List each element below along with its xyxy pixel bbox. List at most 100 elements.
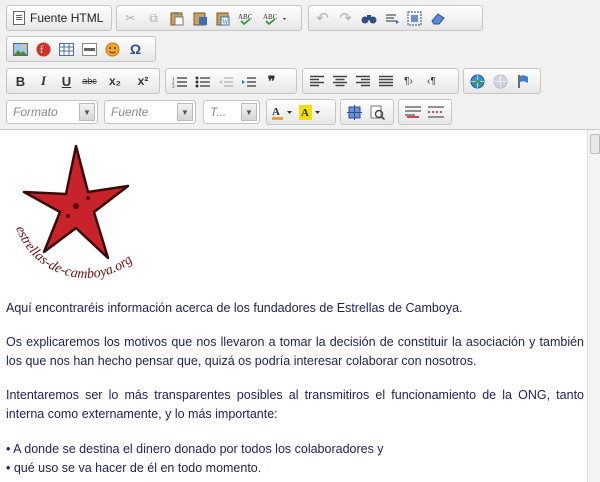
- align-center-button[interactable]: [328, 70, 351, 92]
- align-left-button[interactable]: [305, 70, 328, 92]
- flash-button[interactable]: f: [32, 38, 55, 60]
- source-group: Fuente HTML: [6, 5, 112, 31]
- link-group: [463, 68, 541, 94]
- bold-button[interactable]: B: [9, 70, 32, 92]
- show-blocks-button[interactable]: [401, 101, 424, 123]
- bullet-item-usage: • qué uso se va hacer de él en todo mome…: [6, 461, 262, 475]
- unlink-button[interactable]: [489, 70, 512, 92]
- page-break-icon: [427, 106, 444, 118]
- subscript-icon: x₂: [108, 74, 121, 88]
- basic-style-group: B I U abc x₂ x²: [6, 68, 160, 94]
- paste-word-button[interactable]: W: [211, 7, 234, 29]
- globe-link-icon: [470, 74, 484, 88]
- align-right-button[interactable]: [351, 70, 374, 92]
- svg-text:3: 3: [172, 85, 175, 88]
- superscript-icon: x²: [137, 74, 149, 88]
- align-group: ¶› ‹¶: [302, 68, 459, 94]
- undo-icon: ↶: [316, 10, 329, 27]
- clipboard-icon: [170, 11, 183, 25]
- italic-button[interactable]: I: [32, 70, 55, 92]
- special-char-button[interactable]: Ω: [124, 38, 147, 60]
- smiley-button[interactable]: [101, 38, 124, 60]
- font-combo[interactable]: Fuente ▼: [104, 100, 196, 124]
- background-color-button[interactable]: A: [297, 101, 325, 123]
- bulleted-list-button[interactable]: [191, 70, 214, 92]
- indent-icon: [242, 76, 256, 87]
- svg-text:W: W: [222, 18, 229, 26]
- scissors-icon: ✂: [125, 11, 136, 25]
- editor-toolbar: Fuente HTML ✂ ⧉ W ABC ABC ↶ ↷ f Ω B I U …: [0, 0, 600, 130]
- text-color-button[interactable]: A: [269, 101, 297, 123]
- underline-button[interactable]: U: [55, 70, 78, 92]
- omega-icon: Ω: [129, 41, 142, 57]
- page-break-button[interactable]: [424, 101, 447, 123]
- numbered-list-button[interactable]: 123: [168, 70, 191, 92]
- svg-text:A: A: [272, 106, 280, 118]
- indent-button[interactable]: [237, 70, 260, 92]
- eraser-icon: [430, 13, 445, 25]
- subscript-button[interactable]: x₂: [101, 70, 129, 92]
- ltr-icon: ¶›: [404, 75, 413, 87]
- edit-group: ↶ ↷: [308, 5, 483, 31]
- remove-format-button[interactable]: [426, 7, 449, 29]
- document-icon: [13, 11, 25, 25]
- clipboard-group: ✂ ⧉ W ABC ABC: [116, 5, 302, 31]
- size-combo[interactable]: T... ▼: [203, 100, 260, 124]
- logo-lettering: estrellas-de-camboya.org: [12, 224, 135, 282]
- scrollbar-thumb[interactable]: [590, 134, 600, 154]
- insert-group: f Ω: [6, 36, 156, 62]
- select-all-button[interactable]: [403, 7, 426, 29]
- binoculars-icon: [361, 15, 376, 24]
- vertical-scrollbar[interactable]: [587, 130, 600, 482]
- superscript-button[interactable]: x²: [129, 70, 157, 92]
- anchor-button[interactable]: [512, 70, 535, 92]
- copy-button[interactable]: ⧉: [142, 7, 165, 29]
- link-button[interactable]: [466, 70, 489, 92]
- paste-text-button[interactable]: [188, 7, 211, 29]
- flag-icon: [517, 74, 528, 88]
- undo-button[interactable]: ↶: [311, 7, 334, 29]
- justify-button[interactable]: [374, 70, 397, 92]
- outdent-button[interactable]: [214, 70, 237, 92]
- color-group: A A: [266, 99, 336, 125]
- horizontal-rule-button[interactable]: [78, 38, 101, 60]
- paste-button[interactable]: [165, 7, 188, 29]
- size-combo-label: T...: [210, 105, 227, 119]
- chevron-down-icon: ▼: [79, 103, 95, 121]
- smiley-icon: [105, 42, 120, 56]
- strike-button[interactable]: abc: [78, 70, 101, 92]
- preview-button[interactable]: [366, 101, 389, 123]
- show-blocks-icon: [404, 106, 421, 118]
- copy-icon: ⧉: [149, 10, 158, 25]
- justify-icon: [378, 75, 393, 87]
- rtl-button[interactable]: ‹¶: [420, 70, 443, 92]
- svg-text:A: A: [301, 107, 309, 119]
- preview-icon: [370, 105, 385, 120]
- source-html-button[interactable]: Fuente HTML: [9, 7, 107, 29]
- find-button[interactable]: [357, 7, 380, 29]
- table-button[interactable]: [55, 38, 78, 60]
- cut-button[interactable]: ✂: [119, 7, 142, 29]
- list-group: 123 ❞: [165, 68, 297, 94]
- blockquote-button[interactable]: ❞: [260, 70, 283, 92]
- highlight-color-icon: A: [299, 104, 320, 120]
- scayt-button[interactable]: ABC: [262, 7, 290, 29]
- paste-text-icon: [193, 12, 207, 25]
- image-button[interactable]: [9, 38, 32, 60]
- replace-button[interactable]: [380, 7, 403, 29]
- italic-icon: I: [40, 73, 47, 88]
- redo-icon: ↷: [339, 10, 352, 27]
- format-combo[interactable]: Formato ▼: [6, 100, 98, 124]
- chevron-down-icon: ▼: [177, 103, 193, 121]
- quote-icon: ❞: [267, 72, 276, 89]
- ltr-button[interactable]: ¶›: [397, 70, 420, 92]
- image-icon: [13, 42, 28, 56]
- horizontal-rule-icon: [82, 42, 97, 56]
- maximize-button[interactable]: [343, 101, 366, 123]
- select-all-icon: [407, 11, 422, 25]
- redo-button[interactable]: ↷: [334, 7, 357, 29]
- tools-group: [340, 99, 394, 125]
- outdent-icon: [219, 76, 233, 87]
- bullet-item-donations: • A donde se destina el dinero donado po…: [6, 442, 384, 456]
- spellcheck-button[interactable]: ABC: [234, 7, 262, 29]
